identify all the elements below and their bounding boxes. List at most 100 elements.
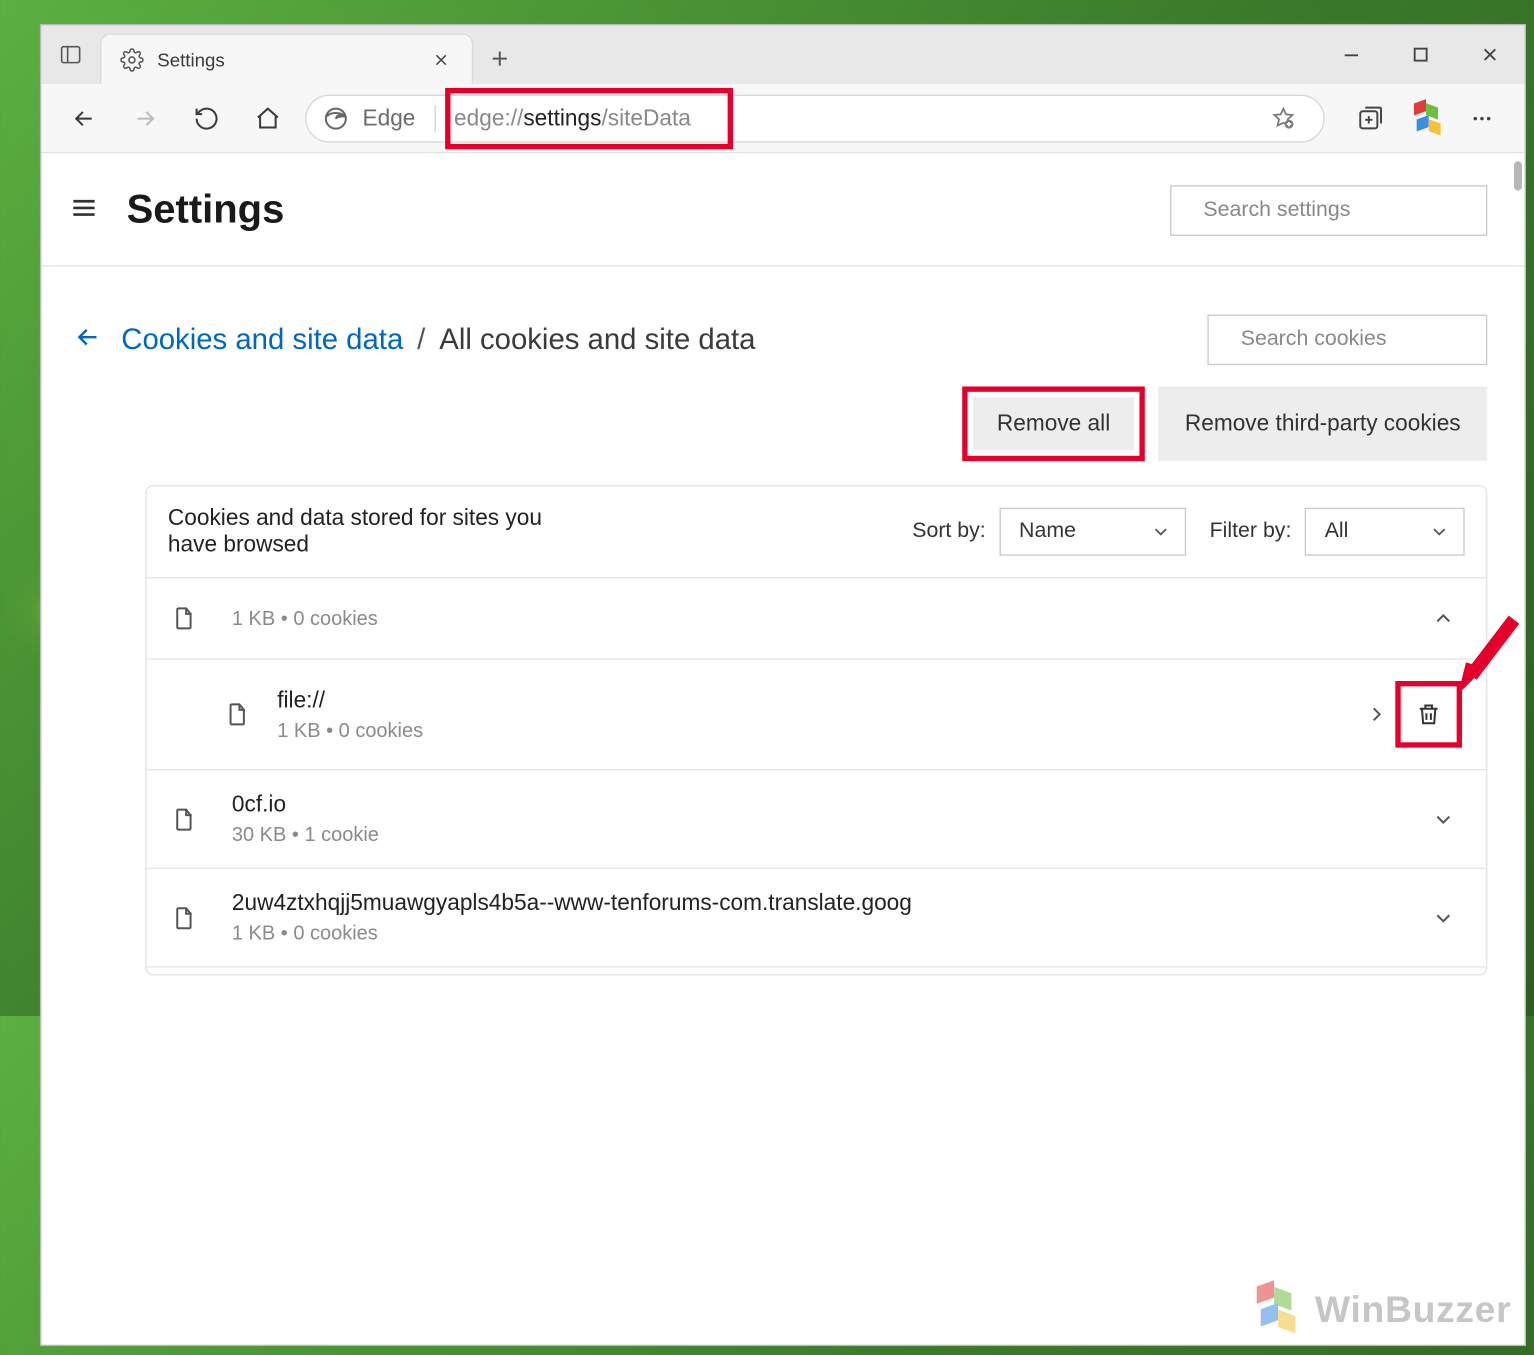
close-icon — [432, 50, 451, 69]
more-button[interactable] — [1458, 94, 1506, 142]
breadcrumb-link[interactable]: Cookies and site data — [121, 323, 403, 356]
maximize-button[interactable] — [1386, 25, 1455, 84]
card-header: Cookies and data stored for sites you ha… — [147, 486, 1486, 577]
new-tab-button[interactable] — [473, 33, 526, 84]
action-row: Remove all Remove third-party cookies — [41, 365, 1524, 474]
close-window-button[interactable] — [1455, 25, 1524, 84]
site-name: file:// — [277, 687, 1358, 714]
url-display: edge://settings/siteData — [454, 105, 691, 132]
minimize-button[interactable] — [1317, 25, 1386, 84]
page-header: Settings — [41, 153, 1524, 266]
site-group-row[interactable]: 1 KB • 0 cookies — [147, 577, 1486, 658]
card-title: Cookies and data stored for sites you ha… — [168, 505, 568, 558]
edge-logo-icon — [323, 105, 350, 132]
home-icon — [255, 105, 282, 132]
minimize-icon — [1342, 45, 1361, 64]
arrow-left-icon — [71, 105, 98, 132]
site-detail: 1 KB • 0 cookies — [277, 719, 1358, 742]
star-plus-icon — [1270, 105, 1297, 132]
url-path1: settings — [523, 105, 601, 132]
search-cookies-input[interactable] — [1241, 328, 1517, 352]
extension-button[interactable] — [1402, 94, 1450, 142]
site-group-row[interactable]: 2uw4ztxhqjj5muawgyapls4b5a--www-tenforum… — [147, 868, 1486, 967]
page-title: Settings — [127, 188, 285, 233]
window-controls — [1317, 25, 1525, 84]
close-icon — [1481, 45, 1500, 64]
site-row-sub: 1 KB • 0 cookies — [232, 607, 1425, 630]
favorite-button[interactable] — [1259, 94, 1307, 142]
delete-site-button[interactable] — [1405, 690, 1453, 738]
tab-actions-button[interactable] — [41, 25, 100, 84]
breadcrumb-sep: / — [417, 323, 425, 356]
chevron-up-icon — [1431, 606, 1455, 630]
tab-title: Settings — [157, 49, 410, 70]
site-sub-row[interactable]: file:// 1 KB • 0 cookies — [147, 658, 1486, 769]
close-tab-button[interactable] — [424, 42, 459, 77]
breadcrumb-row: Cookies and site data / All cookies and … — [41, 267, 1524, 366]
tab-settings[interactable]: Settings — [100, 33, 473, 84]
scrollbar-thumb[interactable] — [1514, 161, 1522, 190]
file-icon — [171, 803, 198, 835]
home-button[interactable] — [244, 94, 292, 142]
collections-icon — [1355, 103, 1384, 132]
filter-by-label: Filter by: — [1210, 520, 1292, 544]
detail-button[interactable] — [1358, 696, 1395, 733]
watermark: WinBuzzer — [1248, 1283, 1511, 1336]
refresh-button[interactable] — [183, 94, 231, 142]
settings-menu-button[interactable] — [68, 191, 100, 230]
cube-icon — [1248, 1283, 1301, 1336]
hamburger-icon — [68, 191, 100, 223]
plus-icon — [488, 47, 512, 71]
gear-icon — [120, 47, 144, 71]
remove-all-button[interactable]: Remove all — [973, 397, 1134, 450]
arrow-right-icon — [132, 105, 159, 132]
tab-actions-icon — [59, 43, 83, 67]
breadcrumb-back[interactable] — [73, 322, 102, 358]
remove-thirdparty-button[interactable]: Remove third-party cookies — [1158, 386, 1487, 461]
page: Settings Cookies and site data / All coo… — [41, 153, 1524, 1344]
chevron-down-icon — [1429, 521, 1450, 542]
file-icon — [224, 698, 251, 730]
sort-by-label: Sort by: — [912, 520, 985, 544]
site-group-row[interactable]: 0cf.io 30 KB • 1 cookie — [147, 769, 1486, 868]
address-bar[interactable]: Edge edge://settings/siteData — [305, 94, 1325, 142]
annotation-removeall-highlight: Remove all — [962, 386, 1145, 461]
site-detail: 30 KB • 1 cookie — [232, 824, 1425, 847]
filter-by-value: All — [1325, 520, 1349, 544]
arrow-left-icon — [73, 322, 102, 351]
search-settings[interactable] — [1170, 185, 1487, 236]
ellipsis-icon — [1469, 105, 1496, 132]
site-detail: 1 KB • 0 cookies — [232, 922, 1425, 945]
nav-back-button[interactable] — [60, 94, 108, 142]
breadcrumb-current: All cookies and site data — [439, 323, 755, 356]
search-settings-input[interactable] — [1203, 199, 1479, 223]
collapse-button[interactable] — [1425, 600, 1462, 637]
toolbar-right — [1346, 94, 1506, 142]
chevron-down-icon — [1431, 807, 1455, 831]
expand-button[interactable] — [1425, 800, 1462, 837]
file-icon — [171, 602, 198, 634]
cube-icon — [1409, 101, 1444, 136]
expand-button[interactable] — [1425, 899, 1462, 936]
watermark-text: WinBuzzer — [1315, 1289, 1511, 1332]
collections-button[interactable] — [1346, 94, 1394, 142]
titlebar-drag[interactable] — [526, 25, 1316, 84]
cookies-card: Cookies and data stored for sites you ha… — [145, 485, 1487, 975]
chevron-right-icon — [1365, 702, 1389, 726]
nav-forward-button[interactable] — [121, 94, 169, 142]
site-name: 0cf.io — [232, 792, 1425, 819]
chevron-down-icon — [1150, 521, 1171, 542]
chevron-down-icon — [1431, 906, 1455, 930]
sort-by-value: Name — [1019, 520, 1076, 544]
sort-by-select[interactable]: Name — [999, 508, 1186, 556]
addr-brand: Edge — [362, 105, 415, 132]
file-icon — [171, 902, 198, 934]
card-cutoff — [147, 966, 1486, 974]
toolbar: Edge edge://settings/siteData — [41, 84, 1524, 153]
trash-icon — [1415, 700, 1442, 729]
browser-window: Settings Edge edge://settings/siteData — [40, 24, 1526, 1346]
title-bar: Settings — [41, 25, 1524, 84]
filter-by-select[interactable]: All — [1305, 508, 1465, 556]
maximize-icon — [1411, 45, 1430, 64]
search-cookies[interactable] — [1207, 315, 1487, 366]
